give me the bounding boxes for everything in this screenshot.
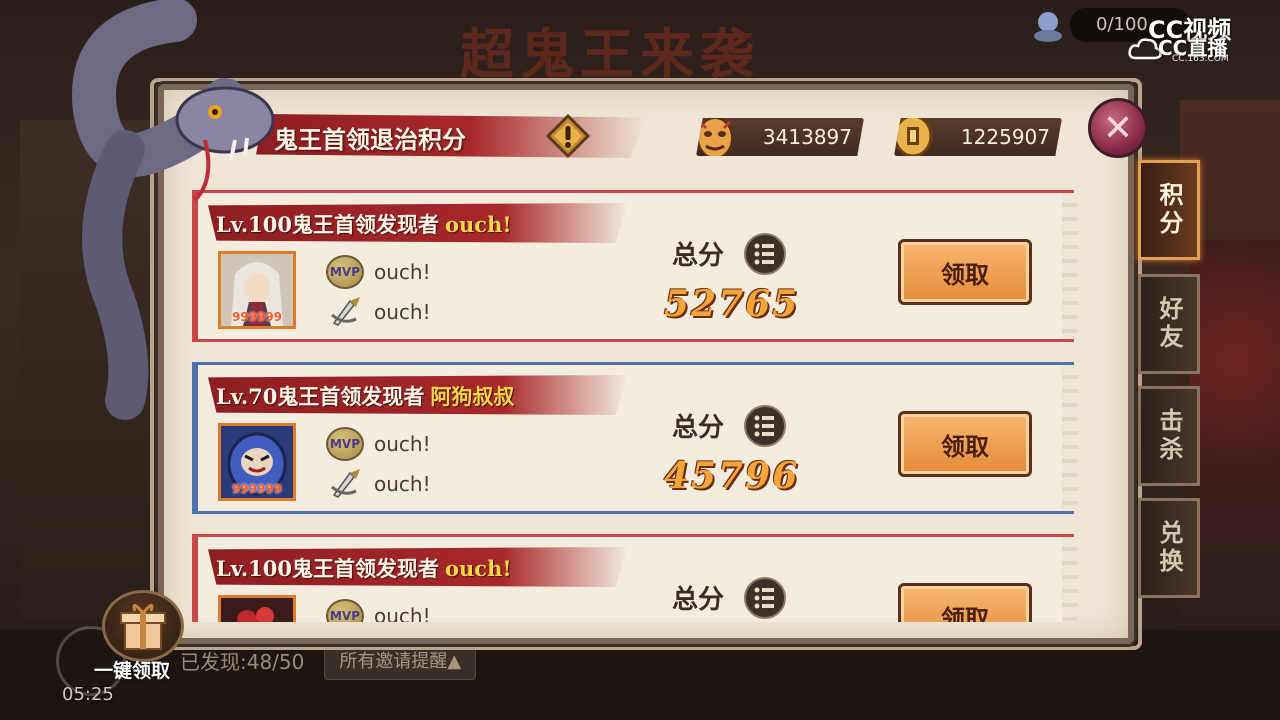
finder-name: 阿狗叔叔 [430,384,515,409]
list-icon [754,587,774,609]
panel-header: 鬼王首领退治积分 3413897 1225907 [238,112,1118,162]
discovery-bar: 已发现:48/50 所有邀请提醒▲ [180,640,540,680]
panel-title: 鬼王首领退治积分 [274,125,466,154]
score-detail-button[interactable] [744,577,786,619]
mask-currency-amount: 3413897 [762,125,852,149]
killer-player-name: ouch! [374,472,431,496]
entry-title: Lv.100鬼王首领发现者 ouch! [216,553,512,583]
mvp-icon: MVP [326,427,364,461]
boss-portrait-icon [221,598,293,622]
score-detail-button[interactable] [744,405,786,447]
side-tabs: 积分 好友 击杀 兑换 [1138,156,1204,606]
currency-mask: 3413897 [696,118,864,156]
entry-title: Lv.100鬼王首领发现者 ouch! [216,209,512,239]
mvp-player-name: ouch! [374,604,431,622]
torn-edge [1062,365,1078,511]
mvp-row: MVP ouch! [326,255,431,289]
boss-avatar[interactable]: 999999 [218,423,296,501]
total-score-label: 总分 [672,413,725,443]
claim-button[interactable]: 领取 [898,583,1032,622]
total-score-label: 总分 [672,241,725,271]
claim-button[interactable]: 领取 [898,239,1032,305]
invite-toggle[interactable]: 所有邀请提醒▲ [324,640,477,680]
reward-list[interactable]: Lv.100鬼王首领发现者 ouch! 999999 MVP ouch! ouch… [180,186,1078,622]
tab-score[interactable]: 积分 [1138,160,1200,260]
mask-icon [697,118,733,156]
entry-title: Lv.70鬼王首领发现者 阿狗叔叔 [216,381,514,411]
cc-watermark: CC视频 CC直播 CC.163.COM [1128,10,1273,64]
cc-url-text: CC.163.COM [1172,54,1229,64]
boss-level-label: Lv.70鬼王首领发现者 [216,384,425,409]
coin-icon [894,118,933,156]
boss-level-label: Lv.100鬼王首领发现者 [216,212,440,237]
close-icon: ✕ [1102,107,1134,149]
blade-icon [331,469,360,498]
score-detail-button[interactable] [744,233,786,275]
help-button[interactable] [545,113,591,159]
total-score-value: 45796 [664,455,800,497]
avatar-level: 999999 [231,310,283,324]
currency-coin: 1225907 [894,118,1062,156]
list-icon [754,243,774,265]
boss-avatar[interactable] [218,595,296,622]
mascot-icon [1034,12,1062,42]
gift-box-icon [120,604,166,650]
list-item: Lv.100鬼王首领发现者 ouch! 999999 MVP ouch! ouch… [192,190,1078,342]
one-click-claim-button[interactable] [102,590,184,662]
event-title: 超鬼王来袭 [460,22,760,80]
killer-row: ouch! [326,295,431,329]
mvp-row: MVP ouch! [326,599,431,622]
exclamation-icon [545,113,591,159]
found-count: 已发现:48/50 [180,649,305,674]
total-score-value: 52765 [664,283,800,325]
tab-friends[interactable]: 好友 [1138,274,1200,374]
timer: 05:25 [62,684,114,705]
torn-edge [1062,537,1078,622]
claim-button[interactable]: 领取 [898,411,1032,477]
finder-name: ouch! [445,556,512,581]
blade-icon [331,297,360,326]
mvp-player-name: ouch! [374,432,431,456]
close-button[interactable]: ✕ [1088,98,1148,158]
list-item: Lv.70鬼王首领发现者阿狗叔叔 999999 MVP ouch! ouch! [192,362,1078,514]
tab-exchange[interactable]: 兑换 [1138,498,1200,598]
one-click-claim-label: 一键领取 [94,660,171,682]
total-score-label: 总分 [672,585,725,615]
killer-row: ouch! [326,467,431,501]
boss-level-label: Lv.100鬼王首领发现者 [216,556,440,581]
mvp-icon: MVP [326,255,364,289]
avatar-level: 999999 [231,482,283,496]
mvp-icon: MVP [326,599,364,622]
killer-player-name: ouch! [374,300,431,324]
list-icon [754,415,774,437]
tab-kills[interactable]: 击杀 [1138,386,1200,486]
list-item: Lv.100鬼王首领发现者 ouch! MVP ouch! 总分 领取 [192,534,1078,622]
torn-edge [1062,193,1078,339]
finder-name: ouch! [445,212,512,237]
mvp-row: MVP ouch! [326,427,431,461]
boss-avatar[interactable]: 999999 [218,251,296,329]
background-wall-left [20,120,160,620]
mvp-player-name: ouch! [374,260,431,284]
coin-currency-amount: 1225907 [960,125,1050,149]
